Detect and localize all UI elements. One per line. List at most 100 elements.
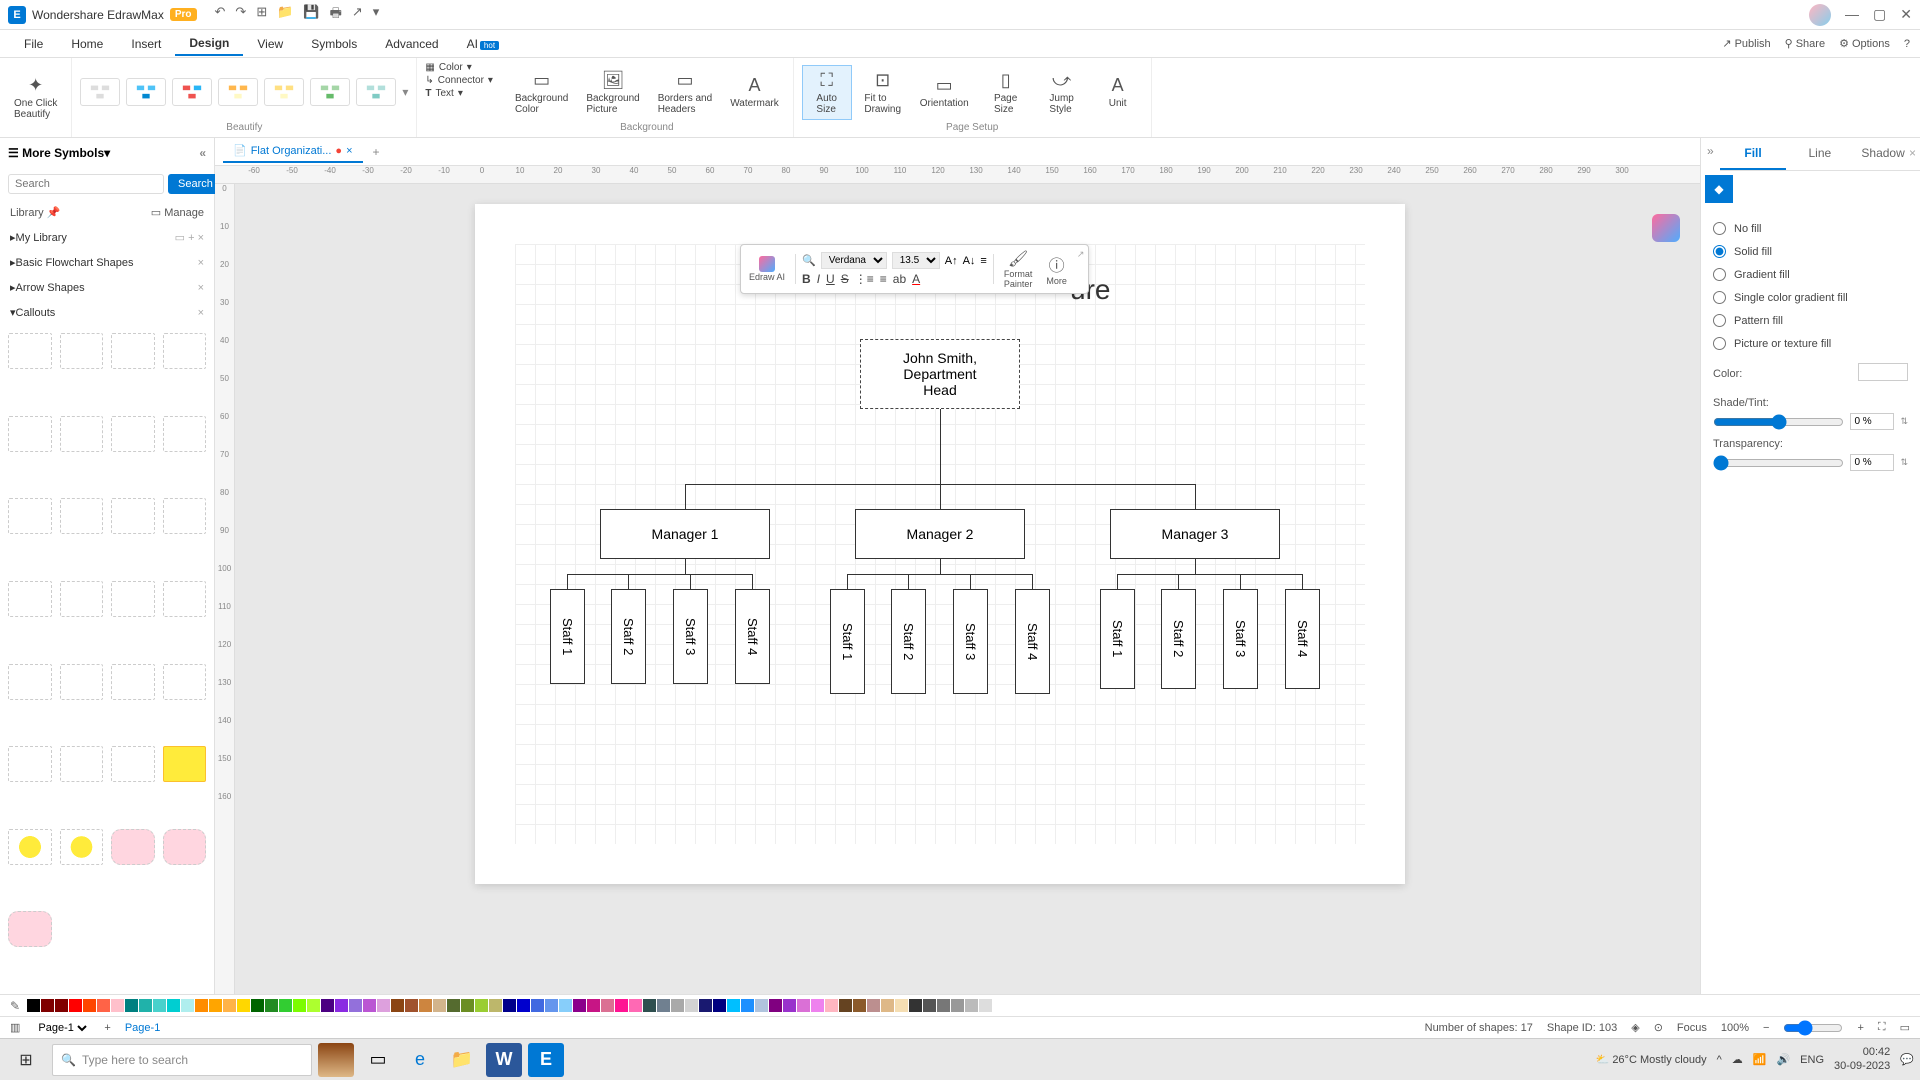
org-staff-box[interactable]: Staff 1 xyxy=(550,589,585,684)
opt-pattern[interactable]: Pattern fill xyxy=(1713,309,1908,332)
color-swatch[interactable] xyxy=(825,999,838,1012)
color-swatch[interactable] xyxy=(55,999,68,1012)
color-swatch[interactable] xyxy=(167,999,180,1012)
color-swatch[interactable] xyxy=(783,999,796,1012)
color-swatch[interactable] xyxy=(97,999,110,1012)
redo-icon[interactable]: ↷ xyxy=(235,4,246,26)
color-swatch[interactable] xyxy=(433,999,446,1012)
pin-icon[interactable]: 📌 xyxy=(47,206,61,219)
color-swatch[interactable] xyxy=(1858,363,1908,381)
stepper-icon[interactable]: ⇅ xyxy=(1900,457,1908,468)
undo-icon[interactable]: ↶ xyxy=(215,4,226,26)
share-button[interactable]: ⚲ Share xyxy=(1785,37,1825,50)
page-select[interactable]: Page-1 xyxy=(34,1021,90,1035)
underline-icon[interactable]: U xyxy=(826,272,835,286)
search-icon[interactable]: 🔍 xyxy=(802,254,816,267)
fit-button[interactable]: ⊡Fit to Drawing xyxy=(858,66,908,119)
color-swatch[interactable] xyxy=(937,999,950,1012)
color-swatch[interactable] xyxy=(867,999,880,1012)
callout-shape[interactable] xyxy=(111,746,155,782)
options-button[interactable]: ⚙ Options xyxy=(1839,37,1890,50)
jumpstyle-button[interactable]: ⤻Jump Style xyxy=(1037,66,1087,119)
callout-shape[interactable] xyxy=(8,911,52,947)
color-swatch[interactable] xyxy=(111,999,124,1012)
close-doc-icon[interactable]: × xyxy=(346,145,352,157)
font-select[interactable]: Verdana xyxy=(821,252,887,269)
color-swatch[interactable] xyxy=(769,999,782,1012)
beautify-more-icon[interactable]: ▾ xyxy=(402,85,408,99)
color-swatch[interactable] xyxy=(545,999,558,1012)
one-click-beautify-button[interactable]: ✦One Click Beautify xyxy=(8,71,63,124)
close-section-icon[interactable]: × xyxy=(198,257,204,269)
publish-button[interactable]: ↗ Publish xyxy=(1722,37,1770,50)
color-menu[interactable]: ▦ Color ▾ xyxy=(425,62,493,73)
color-swatch[interactable] xyxy=(643,999,656,1012)
org-staff-box[interactable]: Staff 1 xyxy=(1100,589,1135,689)
callout-shape[interactable] xyxy=(60,581,104,617)
expand-right-icon[interactable]: » xyxy=(1701,138,1720,171)
line-tab[interactable]: Line xyxy=(1786,138,1853,170)
ai-badge-icon[interactable] xyxy=(1652,214,1680,242)
org-manager-box[interactable]: Manager 1 xyxy=(600,509,770,559)
symbol-search-input[interactable] xyxy=(8,174,164,194)
bg-picture-button[interactable]: 🖼Background Picture xyxy=(580,66,645,119)
clock[interactable]: 00:4230-09-2023 xyxy=(1834,1046,1890,1072)
callout-shape[interactable] xyxy=(163,746,207,782)
color-swatch[interactable] xyxy=(615,999,628,1012)
org-staff-box[interactable]: Staff 2 xyxy=(1161,589,1196,689)
borders-button[interactable]: ▭Borders and Headers xyxy=(652,66,718,119)
font-color-icon[interactable]: A xyxy=(912,272,920,286)
save-icon[interactable]: 💾 xyxy=(303,4,319,26)
callout-shape[interactable] xyxy=(111,416,155,452)
color-swatch[interactable] xyxy=(41,999,54,1012)
color-swatch[interactable] xyxy=(377,999,390,1012)
color-swatch[interactable] xyxy=(629,999,642,1012)
zoom-slider[interactable] xyxy=(1783,1020,1843,1036)
org-manager-box[interactable]: Manager 3 xyxy=(1110,509,1280,559)
hamburger-icon[interactable]: ☰ xyxy=(8,146,19,160)
color-swatch[interactable] xyxy=(797,999,810,1012)
size-select[interactable]: 13.5 xyxy=(892,252,940,269)
close-panel-icon[interactable]: × xyxy=(1909,146,1916,160)
eyedropper-icon[interactable]: ✎ xyxy=(10,999,20,1013)
callout-shape[interactable] xyxy=(60,829,104,865)
focus-icon[interactable]: ⊙ xyxy=(1654,1021,1663,1034)
tab-home[interactable]: Home xyxy=(57,33,117,55)
callout-shape[interactable] xyxy=(60,333,104,369)
beautify-preset-1[interactable] xyxy=(80,78,120,106)
plus-icon[interactable]: + xyxy=(188,232,194,244)
watermark-button[interactable]: AWatermark xyxy=(724,71,785,113)
color-swatch[interactable] xyxy=(237,999,250,1012)
connector-menu[interactable]: ↳ Connector ▾ xyxy=(425,75,493,86)
org-staff-box[interactable]: Staff 4 xyxy=(1285,589,1320,689)
color-swatch[interactable] xyxy=(909,999,922,1012)
zoom-out-icon[interactable]: − xyxy=(1763,1022,1769,1034)
color-swatch[interactable] xyxy=(853,999,866,1012)
opt-picture[interactable]: Picture or texture fill xyxy=(1713,332,1908,355)
wifi-icon[interactable]: 📶 xyxy=(1753,1053,1767,1066)
manage-link[interactable]: ▭ Manage xyxy=(151,206,204,219)
callout-shape[interactable] xyxy=(60,416,104,452)
callout-shape[interactable] xyxy=(8,664,52,700)
export-icon[interactable]: ↗ xyxy=(352,4,363,26)
color-swatch[interactable] xyxy=(391,999,404,1012)
color-swatch[interactable] xyxy=(895,999,908,1012)
callout-shape[interactable] xyxy=(111,333,155,369)
org-head-box[interactable]: John Smith, Department Head xyxy=(860,339,1020,409)
beautify-preset-4[interactable] xyxy=(218,78,258,106)
format-painter-button[interactable]: 🖌Format Painter xyxy=(1000,249,1037,289)
callout-shape[interactable] xyxy=(163,416,207,452)
color-swatch[interactable] xyxy=(811,999,824,1012)
word-icon[interactable]: W xyxy=(486,1043,522,1077)
color-swatch[interactable] xyxy=(965,999,978,1012)
callout-shape[interactable] xyxy=(60,746,104,782)
callout-shape[interactable] xyxy=(111,664,155,700)
orientation-button[interactable]: ▭Orientation xyxy=(914,71,975,113)
decrease-font-icon[interactable]: A↓ xyxy=(963,255,976,267)
callout-shape[interactable] xyxy=(163,333,207,369)
tab-design[interactable]: Design xyxy=(175,32,243,56)
org-staff-box[interactable]: Staff 2 xyxy=(611,589,646,684)
color-swatch[interactable] xyxy=(979,999,992,1012)
minimize-icon[interactable]: — xyxy=(1845,6,1859,23)
task-view-icon[interactable]: ▭ xyxy=(360,1043,396,1077)
